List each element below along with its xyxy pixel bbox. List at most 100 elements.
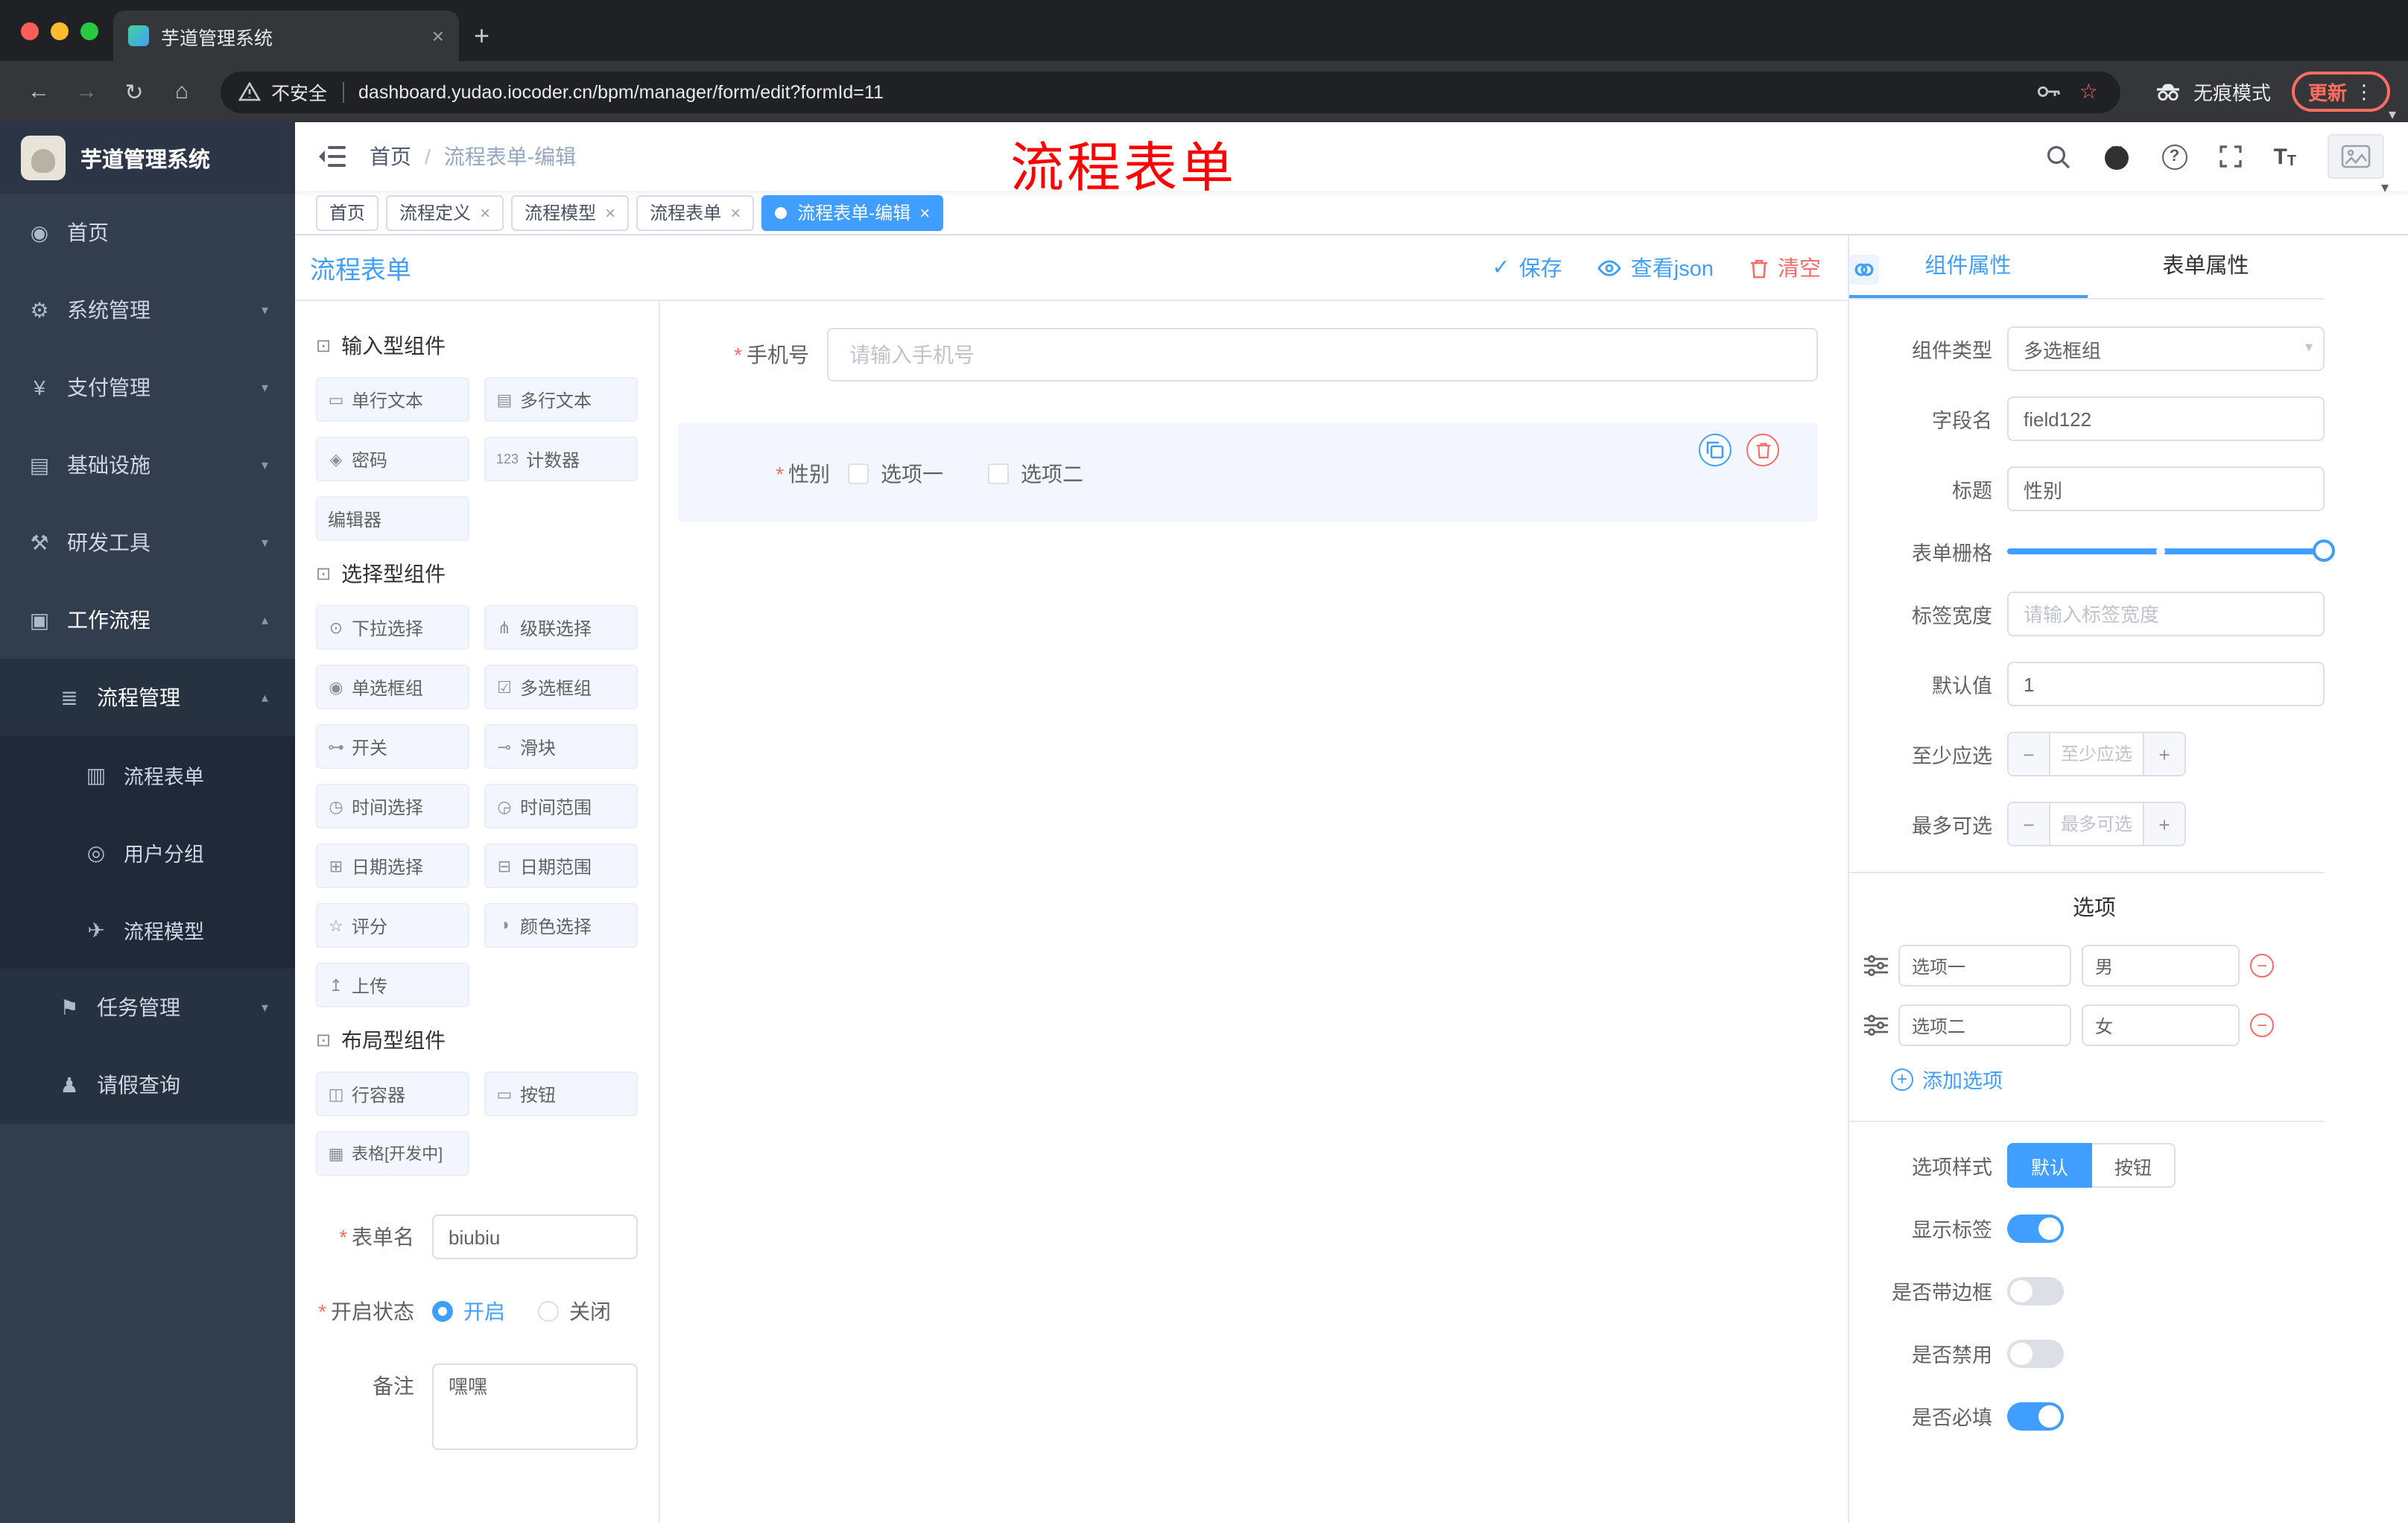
minimize-window-button[interactable] [51, 22, 69, 39]
label-width-input[interactable] [2007, 592, 2325, 636]
sidebar-item-system-management[interactable]: ⚙ 系统管理 ▾ [0, 271, 295, 349]
max-checked-stepper[interactable]: − + [2007, 802, 2186, 846]
increase-button[interactable]: + [2144, 803, 2184, 845]
home-button[interactable]: ⌂ [161, 71, 203, 113]
save-button[interactable]: ✓ 保存 [1492, 252, 1562, 283]
design-canvas[interactable]: * 手机号 请输入手机号 * 性别 选项一 选项二 [660, 301, 1848, 1523]
tag-process-form[interactable]: 流程表单 × [636, 194, 755, 230]
min-checked-stepper[interactable]: − + [2007, 732, 2186, 776]
add-option-link[interactable]: + 添加选项 [1891, 1064, 2325, 1094]
checkbox-option-2[interactable]: 选项二 [988, 459, 1083, 489]
copy-widget-button[interactable] [1699, 434, 1731, 466]
title-input[interactable] [2007, 466, 2325, 511]
update-button[interactable]: 更新 ⋮ [2291, 72, 2390, 112]
chip-time-range[interactable]: ◶ 时间范围 [484, 784, 638, 829]
show-label-toggle[interactable] [2007, 1214, 2064, 1242]
sidebar-item-infrastructure[interactable]: ▤ 基础设施 ▾ [0, 426, 295, 504]
drag-handle-icon[interactable] [1864, 955, 1888, 976]
avatar-caret-icon[interactable]: ▾ [2381, 180, 2389, 197]
sidebar-item-process-management[interactable]: ≣ 流程管理 ▴ [0, 659, 295, 736]
view-json-button[interactable]: 查看json [1598, 252, 1714, 283]
default-value-input[interactable] [2007, 662, 2325, 706]
sidebar-item-leave-query[interactable]: ♟ 请假查询 [0, 1046, 295, 1124]
reload-button[interactable]: ↻ [113, 71, 155, 113]
password-key-icon[interactable] [2038, 85, 2062, 98]
sidebar-item-user-group[interactable]: ◎ 用户分组 [0, 814, 295, 891]
tag-close-icon[interactable]: × [919, 202, 930, 223]
chip-row-container[interactable]: ◫ 行容器 [316, 1071, 469, 1116]
tab-close-icon[interactable]: × [432, 24, 444, 48]
checkbox-option-1[interactable]: 选项一 [848, 459, 943, 489]
grid-slider[interactable] [2007, 539, 2335, 562]
tag-close-icon[interactable]: × [730, 202, 741, 223]
decrease-button[interactable]: − [2009, 803, 2049, 845]
chip-select[interactable]: ⊙ 下拉选择 [316, 605, 469, 650]
forward-button[interactable]: → [66, 71, 107, 113]
security-warning-icon[interactable] [238, 82, 261, 101]
status-off-radio[interactable]: 关闭 [538, 1296, 611, 1326]
option-label-input[interactable] [1898, 945, 2071, 987]
chip-checkbox-group[interactable]: ☑ 多选框组 [484, 665, 638, 709]
component-type-select[interactable]: ▾ [2007, 326, 2325, 371]
chip-counter[interactable]: 123 计数器 [484, 437, 638, 481]
help-icon[interactable]: ? [2161, 144, 2187, 169]
search-icon[interactable] [2045, 144, 2070, 169]
gender-widget-selected[interactable]: * 性别 选项一 选项二 [678, 423, 1818, 522]
chip-button[interactable]: ▭ 按钮 [484, 1071, 638, 1116]
chip-slider[interactable]: ⊸ 滑块 [484, 724, 638, 769]
sidebar-item-task-management[interactable]: ⚑ 任务管理 ▾ [0, 969, 295, 1046]
required-toggle[interactable] [2007, 1402, 2064, 1430]
tag-close-icon[interactable]: × [605, 202, 615, 223]
border-toggle[interactable] [2007, 1276, 2064, 1305]
remove-option-button[interactable]: − [2250, 954, 2274, 978]
option-label-input[interactable] [1898, 1004, 2071, 1046]
hamburger-icon[interactable] [319, 145, 346, 168]
chip-radio-group[interactable]: ◉ 单选框组 [316, 665, 469, 709]
sidebar-item-process-model[interactable]: ✈ 流程模型 [0, 891, 295, 969]
chip-single-line-text[interactable]: ▭ 单行文本 [316, 377, 469, 422]
decrease-button[interactable]: − [2009, 733, 2049, 775]
sidebar-item-payment-management[interactable]: ¥ 支付管理 ▾ [0, 349, 295, 426]
bookmark-star-icon[interactable]: ☆ [2079, 79, 2098, 104]
close-window-button[interactable] [21, 22, 39, 39]
toolbar-chevron-icon[interactable]: ▾ [2389, 107, 2396, 124]
chip-multiline-text[interactable]: ▤ 多行文本 [484, 377, 638, 422]
delete-widget-button[interactable] [1746, 434, 1779, 466]
phone-field[interactable]: * 手机号 [678, 328, 1818, 381]
sidebar-item-dev-tools[interactable]: ⚒ 研发工具 ▾ [0, 504, 295, 581]
chip-editor[interactable]: 编辑器 [316, 496, 469, 541]
chip-date-range[interactable]: ⊟ 日期范围 [484, 843, 638, 888]
status-on-radio[interactable]: 开启 [432, 1296, 505, 1326]
tab-component-props[interactable]: 组件属性 [1849, 235, 2087, 298]
chip-time-picker[interactable]: ◷ 时间选择 [316, 784, 469, 829]
github-icon[interactable] [2102, 142, 2130, 171]
chip-color-picker[interactable]: ◑ 颜色选择 [484, 903, 638, 948]
tag-process-model[interactable]: 流程模型 × [511, 194, 630, 230]
slider-handle[interactable] [2313, 539, 2335, 562]
style-button-button[interactable]: 按钮 [2092, 1143, 2176, 1188]
sidebar-item-home[interactable]: ◉ 首页 [0, 194, 295, 271]
new-tab-button[interactable]: + [474, 21, 489, 52]
phone-input[interactable] [827, 328, 1818, 381]
form-name-input[interactable] [432, 1215, 638, 1259]
chip-switch[interactable]: ⊶ 开关 [316, 724, 469, 769]
chip-password[interactable]: ◈ 密码 [316, 437, 469, 481]
browser-menu-icon[interactable]: ⋮ [2354, 80, 2374, 104]
field-name-input[interactable] [2007, 396, 2325, 441]
increase-button[interactable]: + [2144, 733, 2184, 775]
browser-tab[interactable]: 芋道管理系统 × [113, 10, 459, 61]
link-icon[interactable] [1849, 255, 1879, 285]
sidebar-item-process-form[interactable]: ▥ 流程表单 [0, 736, 295, 814]
breadcrumb-home[interactable]: 首页 [370, 142, 411, 171]
address-bar[interactable]: 不安全 dashboard.yudao.iocoder.cn/bpm/manag… [221, 71, 2120, 113]
tag-close-icon[interactable]: × [480, 202, 490, 223]
back-button[interactable]: ← [18, 71, 60, 113]
disabled-toggle[interactable] [2007, 1339, 2064, 1367]
chip-table[interactable]: ▦ 表格[开发中] [316, 1131, 469, 1176]
chip-date-picker[interactable]: ⊞ 日期选择 [316, 843, 469, 888]
max-checked-input[interactable] [2049, 803, 2144, 845]
option-value-input[interactable] [2082, 945, 2240, 987]
chip-cascader[interactable]: ⋔ 级联选择 [484, 605, 638, 650]
avatar[interactable]: ▾ [2328, 134, 2389, 197]
tag-process-definition[interactable]: 流程定义 × [386, 194, 504, 230]
